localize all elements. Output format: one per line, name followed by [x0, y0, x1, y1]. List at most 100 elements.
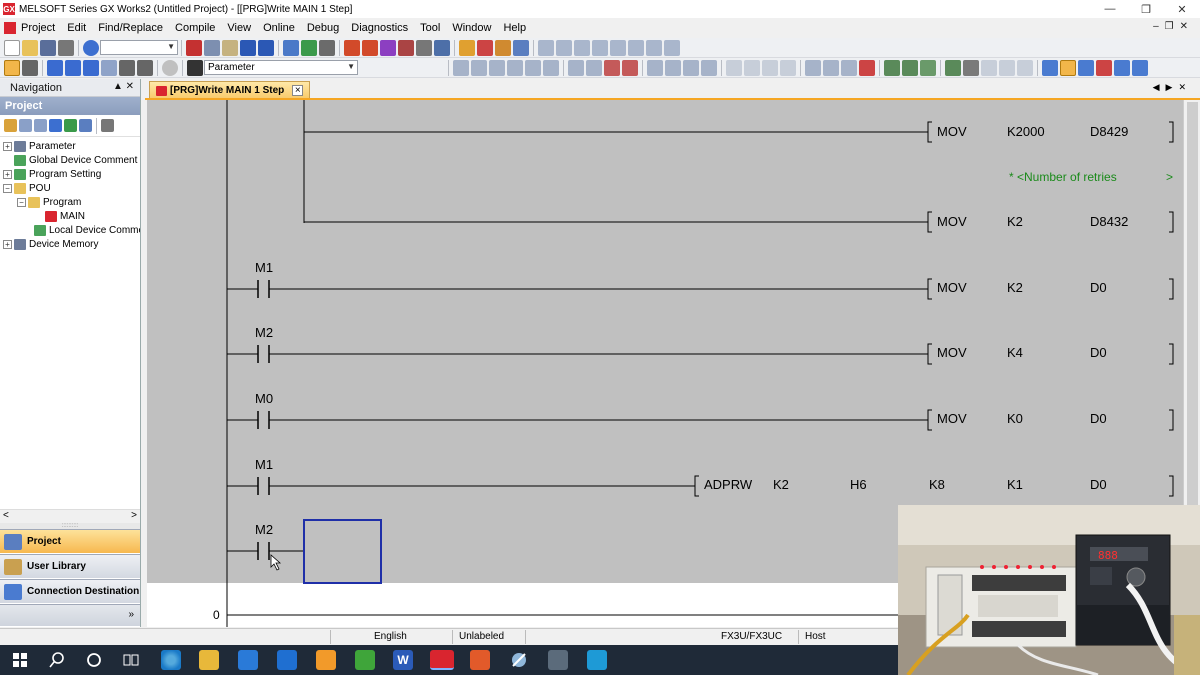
- device-test-icon[interactable]: [434, 39, 450, 56]
- compile-icon[interactable]: [884, 59, 900, 76]
- cortana-icon[interactable]: [84, 650, 104, 670]
- close-icon[interactable]: ✕: [1164, 0, 1200, 18]
- contact-or-icon[interactable]: [471, 59, 487, 76]
- remote-app-icon[interactable]: [587, 650, 607, 670]
- zoom-icon[interactable]: [1078, 59, 1094, 76]
- collapse-icon[interactable]: −: [3, 183, 12, 193]
- menu-tool[interactable]: Tool: [415, 22, 447, 34]
- print-icon[interactable]: [58, 39, 74, 56]
- ladder-insert-icon[interactable]: [574, 39, 590, 56]
- cross-ref-window-icon[interactable]: [65, 59, 81, 76]
- ladder-statement-icon[interactable]: [646, 39, 662, 56]
- invert-icon[interactable]: [744, 59, 760, 76]
- minimize-icon[interactable]: —: [1092, 0, 1128, 18]
- simulation-start-icon[interactable]: [459, 39, 475, 56]
- nav-button-connection-destination[interactable]: Connection Destination: [0, 579, 140, 603]
- tree-item-global-device-comment[interactable]: Global Device Comment: [0, 153, 140, 167]
- paste-data-icon[interactable]: [34, 119, 47, 132]
- nav-more-button[interactable]: »: [0, 604, 140, 626]
- output-window-icon[interactable]: [47, 59, 63, 76]
- verify-plc-icon[interactable]: [380, 39, 396, 56]
- sf5-icon[interactable]: [805, 59, 821, 76]
- new-file-icon[interactable]: [4, 39, 20, 56]
- magnifier-icon[interactable]: [1132, 59, 1148, 76]
- falling-pulse-or-icon[interactable]: [701, 59, 717, 76]
- store-icon[interactable]: [238, 650, 258, 670]
- pin-icon[interactable]: ▲ ✕: [113, 81, 134, 92]
- project-combo[interactable]: ▼: [100, 40, 178, 55]
- undo-icon[interactable]: [240, 39, 256, 56]
- ladder-shift-icon[interactable]: [556, 39, 572, 56]
- copy-data-icon[interactable]: [19, 119, 32, 132]
- scrollbar-thumb[interactable]: [1187, 102, 1198, 522]
- windows-start-icon[interactable]: [10, 650, 30, 670]
- nav-button-project[interactable]: Project: [0, 529, 140, 553]
- property-icon[interactable]: [49, 119, 62, 132]
- filter-icon[interactable]: [137, 59, 153, 76]
- word-icon[interactable]: W: [393, 650, 413, 670]
- restore-icon[interactable]: ❐: [1128, 0, 1164, 18]
- zoom-fit-icon[interactable]: [1114, 59, 1130, 76]
- menu-edit[interactable]: Edit: [62, 22, 93, 34]
- falling-pulse-icon[interactable]: [665, 59, 681, 76]
- monitor-stop-icon[interactable]: [963, 59, 979, 76]
- menu-view[interactable]: View: [222, 22, 258, 34]
- contact-ornc-icon[interactable]: [507, 59, 523, 76]
- operation-result-icon[interactable]: [726, 59, 742, 76]
- watch-window-icon[interactable]: [101, 59, 117, 76]
- horizontal-line-icon[interactable]: [568, 59, 584, 76]
- write-mode-icon[interactable]: [1017, 59, 1033, 76]
- info-icon[interactable]: [162, 59, 178, 76]
- calculator-icon[interactable]: [548, 650, 568, 670]
- scroll-left-icon[interactable]: <: [3, 510, 9, 521]
- menu-diagnostics[interactable]: Diagnostics: [346, 22, 415, 34]
- replace-icon[interactable]: [301, 39, 317, 56]
- monitor-icon[interactable]: [416, 39, 432, 56]
- convert-icon[interactable]: [920, 59, 936, 76]
- parameter-tool-icon[interactable]: [187, 59, 203, 76]
- device-display-icon[interactable]: [1042, 59, 1058, 76]
- sf6-icon[interactable]: [823, 59, 839, 76]
- mdi-window-controls[interactable]: –❐✕: [1153, 21, 1194, 32]
- contact-no-icon[interactable]: [453, 59, 469, 76]
- monitor-write-icon[interactable]: [981, 59, 997, 76]
- new-data-icon[interactable]: [4, 119, 17, 132]
- line-delete-icon[interactable]: [780, 59, 796, 76]
- tree-item-pou[interactable]: − POU: [0, 181, 140, 195]
- scroll-right-icon[interactable]: >: [131, 510, 137, 521]
- sf7-icon[interactable]: [841, 59, 857, 76]
- coil-icon[interactable]: [525, 59, 541, 76]
- help-icon[interactable]: [83, 39, 99, 56]
- contact-nc-icon[interactable]: [489, 59, 505, 76]
- sf8-icon[interactable]: [859, 59, 875, 76]
- gx-works2-taskbar-icon[interactable]: [430, 650, 454, 670]
- ladder-delete-icon[interactable]: [592, 39, 608, 56]
- tree-item-main[interactable]: MAIN: [0, 209, 140, 223]
- task-view-icon[interactable]: [121, 650, 141, 670]
- camtasia-icon[interactable]: [355, 650, 375, 670]
- copy-icon[interactable]: [204, 39, 220, 56]
- expand-icon[interactable]: +: [3, 239, 12, 249]
- recorder-icon[interactable]: [470, 650, 490, 670]
- read-mode-icon[interactable]: [999, 59, 1015, 76]
- open-folder-icon[interactable]: [22, 39, 38, 56]
- cut-icon[interactable]: [186, 39, 202, 56]
- nav-button-user-library[interactable]: User Library: [0, 554, 140, 578]
- mail-icon[interactable]: [277, 650, 297, 670]
- tree-item-local-device-comment[interactable]: Local Device Comment: [0, 223, 140, 237]
- network-tool-icon[interactable]: [509, 650, 529, 670]
- menu-help[interactable]: Help: [498, 22, 533, 34]
- search-icon[interactable]: [47, 650, 67, 670]
- edge-browser-icon[interactable]: [161, 650, 181, 670]
- compile-all-icon[interactable]: [902, 59, 918, 76]
- menu-debug[interactable]: Debug: [302, 22, 346, 34]
- line-input-icon[interactable]: [762, 59, 778, 76]
- delete-vertical-line-icon[interactable]: [622, 59, 638, 76]
- comment-display-icon[interactable]: [1060, 59, 1076, 76]
- tree-item-program-setting[interactable]: + Program Setting: [0, 167, 140, 181]
- tree-item-program[interactable]: − Program: [0, 195, 140, 209]
- find-device-icon[interactable]: [1096, 59, 1112, 76]
- cross-ref-icon[interactable]: [319, 39, 335, 56]
- expand-icon[interactable]: +: [3, 169, 12, 179]
- search-icon[interactable]: [119, 59, 135, 76]
